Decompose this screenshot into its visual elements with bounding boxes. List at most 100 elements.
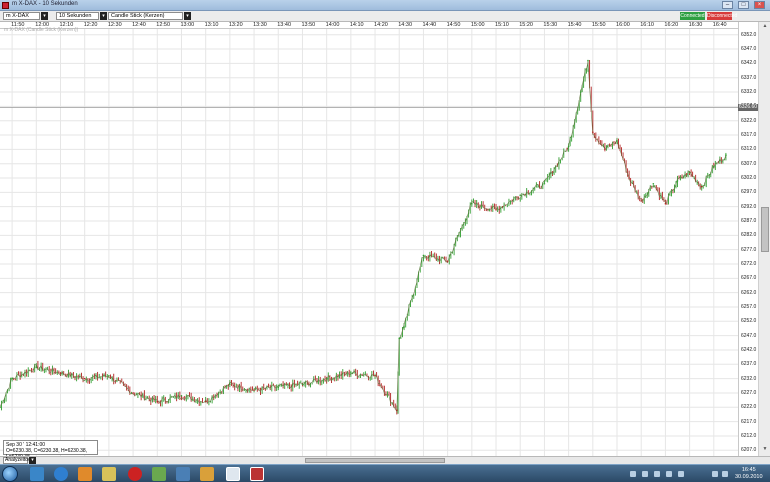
- time-tick-label: 14:50: [446, 22, 461, 28]
- data-point: [108, 374, 110, 377]
- instrument-select[interactable]: m X-DAX: [3, 12, 40, 20]
- price-tick-label: 6282.0: [741, 232, 757, 239]
- price-tick-label: 6277.0: [741, 246, 757, 253]
- data-point: [277, 386, 280, 389]
- vertical-scrollbar[interactable]: ▲ ▼: [758, 22, 770, 456]
- price-tick-label: 6317.0: [741, 132, 757, 139]
- data-point: [0, 406, 1, 409]
- folder-icon[interactable]: [102, 467, 116, 481]
- data-point: [403, 326, 405, 328]
- price-tick-label: 6237.0: [741, 361, 757, 368]
- price-tick-label: 6217.0: [741, 418, 757, 425]
- app-orange-icon[interactable]: [200, 467, 214, 481]
- clock-date: 30.09.2010: [735, 474, 763, 480]
- data-point: [446, 260, 449, 262]
- chart-style-select[interactable]: Candle Stick (Kerzen): [108, 12, 183, 20]
- start-button-icon[interactable]: [2, 466, 18, 482]
- interval-select[interactable]: 10 Sekunden: [56, 12, 99, 20]
- data-point: [471, 203, 473, 205]
- data-point: [725, 154, 727, 156]
- system-clock[interactable]: 16:45 30.09.2010: [735, 467, 763, 481]
- media-player-icon[interactable]: [78, 467, 92, 481]
- app-green-icon[interactable]: [152, 467, 166, 481]
- time-tick-label: 12:20: [83, 22, 98, 28]
- volume-icon[interactable]: [722, 471, 728, 477]
- data-point: [587, 59, 589, 62]
- internet-explorer-icon[interactable]: [54, 467, 68, 481]
- data-point: [664, 203, 667, 205]
- scroll-thumb[interactable]: [761, 207, 769, 252]
- data-point: [11, 377, 13, 380]
- network-icon[interactable]: [712, 471, 718, 477]
- explorer-icon[interactable]: [30, 467, 44, 481]
- maximize-button[interactable]: □: [738, 1, 749, 9]
- horizontal-scroll-thumb[interactable]: [305, 458, 445, 463]
- time-tick-label: 13:50: [301, 22, 316, 28]
- price-tick-label: 6332.0: [741, 89, 757, 96]
- data-point: [253, 389, 255, 391]
- price-axis: 6352.06347.06342.06337.06332.06327.06322…: [738, 22, 758, 456]
- price-tick-label: 6312.0: [741, 146, 757, 153]
- price-tick-label: 6212.0: [741, 432, 757, 439]
- price-tick-label: 6257.0: [741, 303, 757, 310]
- tray-icon[interactable]: [666, 471, 672, 477]
- price-tick-label: 6242.0: [741, 346, 757, 353]
- candle-info-box: Sep 30 ' 12:41:00 O=6230.38, C=6230.38, …: [3, 440, 98, 460]
- close-button[interactable]: ×: [754, 1, 765, 9]
- data-point: [688, 171, 691, 174]
- app-blue-icon[interactable]: [176, 467, 190, 481]
- price-tick-label: 6267.0: [741, 275, 757, 282]
- time-tick-label: 12:40: [132, 22, 146, 28]
- data-point: [156, 400, 159, 403]
- tray-icon[interactable]: [654, 471, 660, 477]
- data-point: [519, 194, 522, 197]
- price-tick-label: 6322.0: [741, 117, 757, 124]
- price-tick-label: 6302.0: [741, 175, 757, 182]
- status-connected: Connected: [680, 12, 705, 20]
- data-point: [604, 148, 606, 151]
- app-icon: [2, 2, 9, 9]
- time-tick-label: 16:10: [640, 22, 654, 28]
- time-tick-label: 13:20: [228, 22, 243, 28]
- price-tick-label: 6342.0: [741, 60, 757, 67]
- time-tick-label: 16:20: [664, 22, 679, 28]
- trading-app-icon[interactable]: [226, 467, 240, 481]
- data-point: [35, 366, 38, 368]
- bottom-bar: Analyzeitool ▾: [0, 456, 770, 464]
- tool-mode-select[interactable]: Analyzeitool: [3, 457, 32, 464]
- price-tick-label: 6337.0: [741, 74, 757, 81]
- tray-icon[interactable]: [678, 471, 684, 477]
- tool-mode-dropdown-icon[interactable]: ▾: [29, 457, 36, 464]
- price-tick-label: 6292.0: [741, 203, 757, 210]
- time-tick-label: 12:50: [156, 22, 171, 28]
- data-point: [350, 372, 352, 374]
- interval-dropdown-icon[interactable]: ▾: [100, 12, 107, 20]
- minimize-button[interactable]: –: [722, 1, 733, 9]
- data-point: [543, 182, 546, 185]
- chart-caption: m X-DAX (Candle Stick (Kerzen)): [4, 27, 79, 33]
- scroll-up-icon[interactable]: ▲: [761, 23, 769, 31]
- price-tick-label: 6247.0: [741, 332, 757, 339]
- instrument-dropdown-icon[interactable]: ▾: [41, 12, 48, 20]
- price-tick-label: 6262.0: [741, 289, 757, 296]
- tray-icon[interactable]: [642, 471, 648, 477]
- tray-icon[interactable]: [630, 471, 636, 477]
- scroll-down-icon[interactable]: ▼: [761, 446, 769, 454]
- price-tick-label: 6272.0: [741, 260, 757, 267]
- data-point: [398, 337, 401, 340]
- price-chart[interactable]: [0, 29, 738, 456]
- time-tick-label: 14:40: [422, 22, 437, 28]
- price-tick-label: 6307.0: [741, 160, 757, 167]
- time-tick-label: 14:10: [349, 22, 364, 28]
- time-tick-label: 14:00: [325, 22, 340, 28]
- time-tick-label: 16:00: [616, 22, 630, 28]
- data-point: [713, 165, 715, 168]
- time-axis: 11:50 12:00 12:10 12:20 12:30 12:40 12:50 13:00…: [0, 22, 738, 29]
- chart-app-icon[interactable]: [250, 467, 264, 481]
- taskbar: 16:45 30.09.2010: [0, 464, 770, 482]
- chart-style-dropdown-icon[interactable]: ▾: [184, 12, 191, 20]
- data-point: [396, 409, 398, 411]
- time-tick-label: 15:10: [495, 22, 509, 28]
- price-tick-label: 6287.0: [741, 218, 757, 224]
- app-red-icon[interactable]: [128, 467, 142, 481]
